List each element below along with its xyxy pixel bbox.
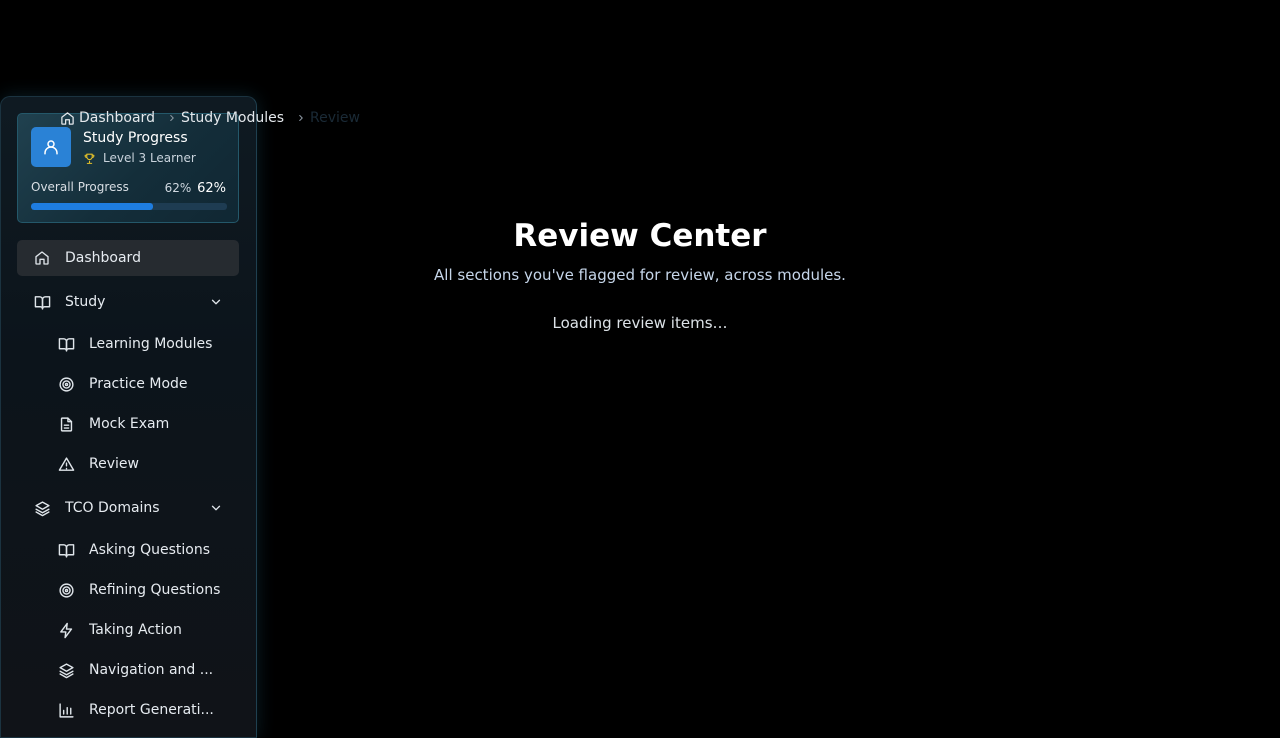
breadcrumb: Dashboard Study Modules Review [60,108,360,128]
chevron-down-icon[interactable] [209,295,223,309]
sidebar-item-label: Taking Action [89,622,182,638]
sidebar-item-label: Practice Mode [89,376,188,392]
breadcrumb-current: Review [310,110,360,126]
trophy-icon [83,152,96,165]
chevron-right-icon [167,113,177,123]
chevron-down-icon[interactable] [209,501,223,515]
progress-card-title: Study Progress [83,130,188,146]
loading-status: Loading review items… [552,314,728,332]
sidebar-item-label: Review [89,456,139,472]
target-icon [57,375,75,393]
sidebar-item-label: Navigation and ... [89,662,214,678]
sidebar-group-label: Study [65,294,106,310]
sidebar: Study Progress Level 3 Learner Overall P… [0,96,257,738]
chevron-right-icon [296,113,306,123]
overall-progress-bar-fill [31,203,153,210]
sidebar-item-mock-exam[interactable]: Mock Exam [17,404,239,444]
zap-icon [57,621,75,639]
sidebar-group-tco-domains[interactable]: TCO Domains [17,490,239,526]
sidebar-item-report-generation[interactable]: Report Generati... [17,690,239,730]
overall-progress-value: 62% 62% [165,181,226,196]
sidebar-item-label: Learning Modules [89,336,213,352]
study-progress-card: Study Progress Level 3 Learner Overall P… [17,113,239,223]
progress-percent-large: 62% [197,181,226,196]
page-subtitle: All sections you've flagged for review, … [434,266,846,284]
sidebar-item-taking-action[interactable]: Taking Action [17,610,239,650]
file-text-icon [57,415,75,433]
sidebar-item-asking-questions[interactable]: Asking Questions [17,530,239,570]
sidebar-item-label: Asking Questions [89,542,210,558]
overall-progress-label: Overall Progress [31,180,129,194]
page-title: Review Center [513,218,767,254]
book-open-icon [33,293,51,311]
breadcrumb-dashboard[interactable]: Dashboard [79,110,155,126]
sidebar-item-label: Mock Exam [89,416,170,432]
sidebar-item-label: Refining Questions [89,582,221,598]
user-avatar [31,127,71,167]
sidebar-item-refining-questions[interactable]: Refining Questions [17,570,239,610]
overall-progress-bar [31,203,227,210]
sidebar-item-navigation[interactable]: Navigation and ... [17,650,239,690]
layers-icon [33,499,51,517]
book-open-icon [57,541,75,559]
target-icon [57,581,75,599]
sidebar-item-practice-mode[interactable]: Practice Mode [17,364,239,404]
sidebar-item-label: Report Generati... [89,702,214,718]
progress-percent-small: 62% [164,181,192,195]
learner-level: Level 3 Learner [83,151,196,165]
book-open-icon [57,335,75,353]
sidebar-item-review[interactable]: Review [17,444,239,484]
user-icon [42,138,60,156]
sidebar-group-label: TCO Domains [65,500,160,516]
learner-level-label: Level 3 Learner [103,151,196,165]
home-icon[interactable] [60,111,75,126]
alert-triangle-icon [57,455,75,473]
breadcrumb-study-modules[interactable]: Study Modules [181,110,284,126]
layers-icon [57,661,75,679]
bar-chart-icon [57,701,75,719]
